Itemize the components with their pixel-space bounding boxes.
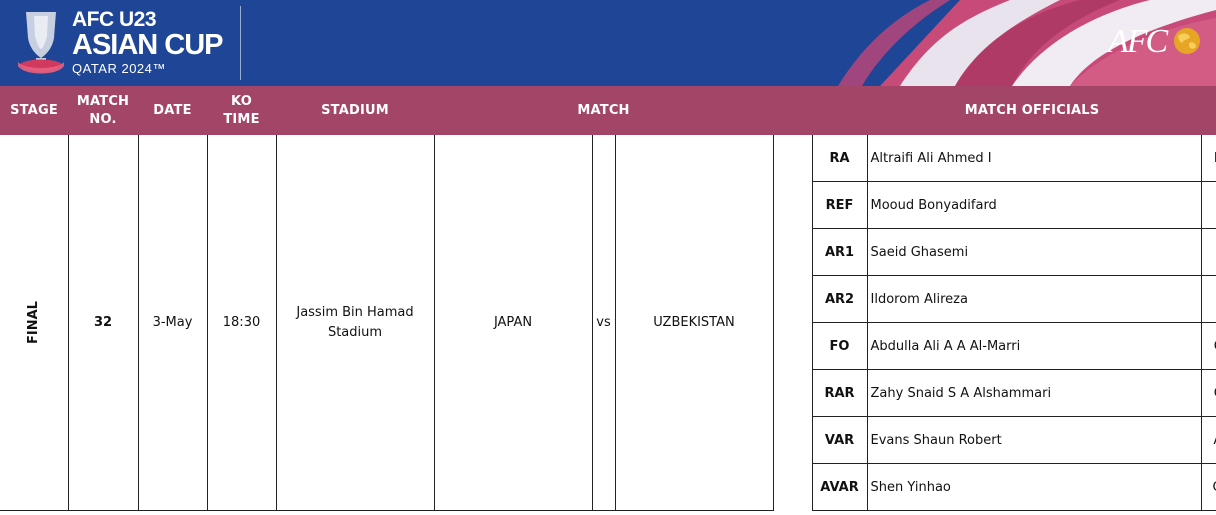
official-name: Mooud Bonyadifard: [866, 181, 1202, 229]
home-team-cell: JAPAN: [433, 135, 593, 511]
official-nationality: CHN: [1200, 463, 1216, 511]
official-nationality: IRN: [1200, 228, 1216, 276]
match-schedule-table: STAGE MATCH NO. DATE KO TIME STADIUM MATCH…: [0, 86, 1216, 511]
official-role: AVAR: [811, 463, 868, 511]
away-team-cell: UZBEKISTAN: [614, 135, 774, 511]
stadium-line-2: Stadium: [327, 324, 383, 340]
header-date: DATE: [138, 86, 207, 135]
official-role: VAR: [811, 416, 868, 464]
ko-time-cell: 18:30: [206, 135, 277, 511]
official-role: RAR: [811, 369, 868, 417]
stage-cell: FINAL: [0, 135, 69, 511]
match-number-cell: 32: [67, 135, 139, 511]
official-role: AR2: [811, 275, 868, 323]
official-role: AR1: [811, 228, 868, 276]
vs-cell: vs: [591, 135, 616, 511]
header-stadium: STADIUM: [276, 86, 434, 135]
gap-cell: [772, 135, 813, 511]
official-nationality: QAT: [1200, 322, 1216, 370]
table-header-row: STAGE MATCH NO. DATE KO TIME STADIUM MATCH…: [0, 86, 1216, 135]
tournament-logo: AFC U23 ASIAN CUP QATAR 2024™: [72, 8, 224, 76]
globe-icon: [1174, 28, 1200, 54]
official-name: Zahy Snaid S A Alshammari: [866, 369, 1202, 417]
header-match-no: MATCH NO.: [68, 86, 138, 135]
official-name: Altraifi Ali Ahmed I: [866, 135, 1202, 182]
official-name: Saeid Ghasemi: [866, 228, 1202, 276]
header-stage: STAGE: [0, 86, 68, 135]
date-cell: 3-May: [137, 135, 208, 511]
official-name: Evans Shaun Robert: [866, 416, 1202, 464]
header-banner: AFC U23 ASIAN CUP QATAR 2024™ AFC: [0, 0, 1216, 86]
official-name: Ildorom Alireza: [866, 275, 1202, 323]
official-name: Abdulla Ali A A Al-Marri: [866, 322, 1202, 370]
official-nationality: AUS: [1200, 416, 1216, 464]
official-name: Shen Yinhao: [866, 463, 1202, 511]
header-match-officials: MATCH OFFICIALS: [812, 86, 1216, 135]
header-ko-time: KO TIME: [207, 86, 276, 135]
stadium-cell: Jassim Bin Hamad Stadium: [275, 135, 435, 511]
table-row: FINAL 32 3-May 18:30 Jassim Bin Hamad Sta…: [0, 135, 1216, 511]
official-nationality: QAT: [1200, 369, 1216, 417]
official-nationality: KSA: [1200, 135, 1216, 182]
logo-divider: [240, 6, 241, 80]
official-nationality: IRN: [1200, 181, 1216, 229]
stadium-line-1: Jassim Bin Hamad: [296, 304, 414, 320]
logo-line-2: ASIAN CUP: [72, 29, 224, 61]
official-role: REF: [811, 181, 868, 229]
official-role: RA: [811, 135, 868, 182]
official-nationality: IRN: [1200, 275, 1216, 323]
header-match: MATCH: [434, 86, 774, 135]
afc-logo: AFC: [1108, 22, 1200, 62]
header-gap: [773, 86, 813, 135]
stage-label: FINAL: [26, 301, 42, 344]
logo-line-1: AFC U23: [72, 8, 157, 31]
afc-logo-text: AFC: [1108, 23, 1168, 60]
official-role: FO: [811, 322, 868, 370]
trophy-icon: [18, 12, 64, 74]
logo-line-3: QATAR 2024™: [72, 61, 166, 76]
